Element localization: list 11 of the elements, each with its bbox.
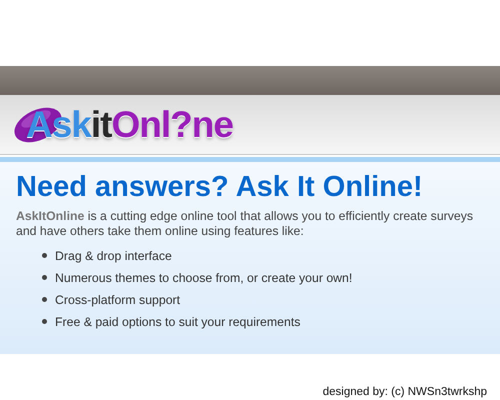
intro-text: AskItOnline is a cutting edge online tool that allows you to efficiently create surveys and have others take them online using features like:: [16, 208, 474, 239]
feature-item: Numerous themes to choose from, or create your own!: [55, 270, 352, 287]
feature-item: Drag & drop interface: [55, 248, 172, 265]
bullet-icon: [42, 253, 47, 258]
credit-text: designed by: (c) NWSn3twrkshp: [322, 386, 487, 398]
bullet-icon: [42, 319, 47, 324]
bullet-icon: [42, 275, 47, 280]
bullet-icon: [42, 297, 47, 302]
feature-item: Free & paid options to suit your requirements: [55, 314, 300, 331]
feature-item: Cross-platform support: [55, 292, 180, 309]
headline: Need answers? Ask It Online!: [16, 170, 424, 205]
